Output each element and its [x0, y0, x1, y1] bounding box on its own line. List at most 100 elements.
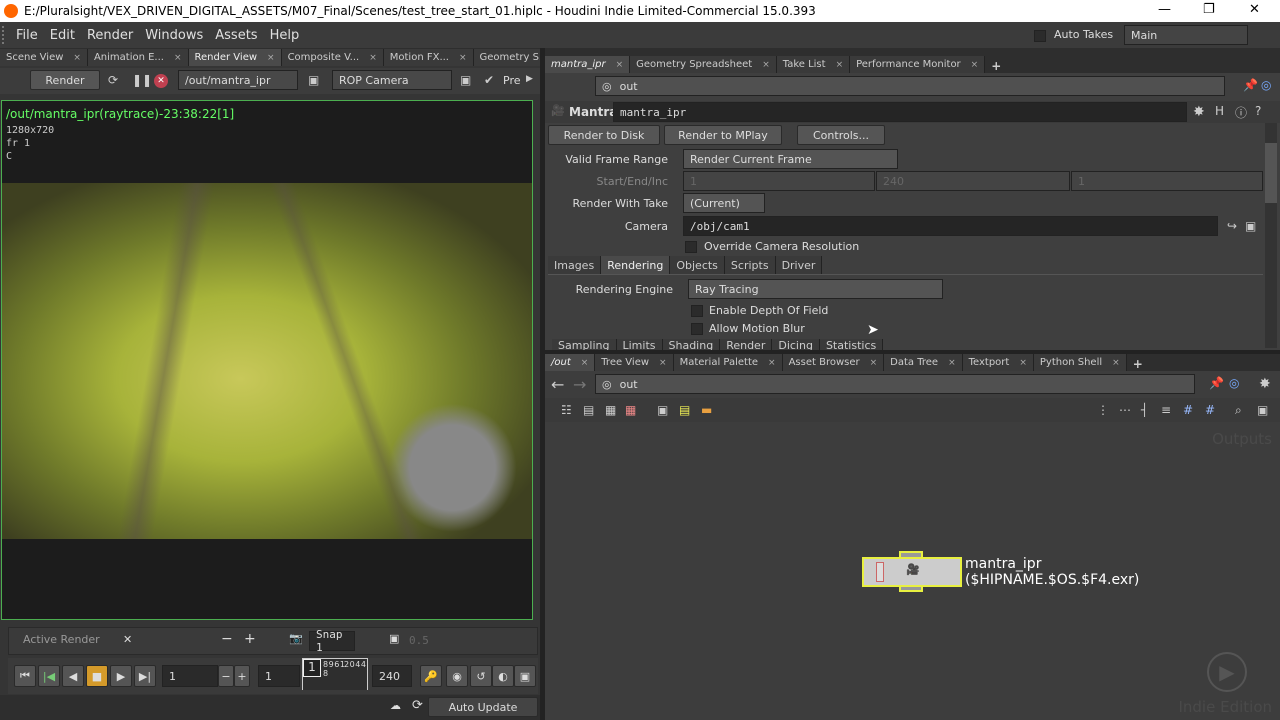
node-name-field[interactable]: mantra_ipr — [613, 102, 1187, 122]
controls-button[interactable]: Controls... — [797, 125, 885, 145]
close-tab-icon[interactable]: × — [616, 60, 624, 70]
frame-field[interactable]: 1 — [162, 665, 218, 687]
tree-icon[interactable]: ☷ — [561, 403, 572, 417]
override-resolution-checkbox[interactable] — [685, 241, 697, 253]
frame-increment[interactable]: + — [234, 665, 250, 687]
rop-select[interactable]: /out/mantra_ipr — [178, 70, 298, 90]
tab-geometry-spreadsheet[interactable]: Geometry Spreadsheet × — [630, 56, 777, 73]
network-editor[interactable]: Outputs 🎥 mantra_ipr ($HIPNAME.$OS.$F4.e… — [545, 422, 1280, 720]
more-arrow-icon[interactable]: ▶ — [526, 74, 533, 84]
list-icon[interactable]: ▤ — [583, 403, 594, 417]
network-box-icon[interactable]: ▣ — [657, 403, 668, 417]
tab-material-palette[interactable]: Material Palette × — [673, 354, 783, 371]
param-scrollbar[interactable] — [1265, 123, 1277, 348]
menu-assets[interactable]: Assets — [215, 28, 257, 43]
step-back-button[interactable]: |◀ — [38, 665, 60, 687]
folder-tab-scripts[interactable]: Scripts — [724, 256, 776, 274]
close-tab-icon[interactable]: × — [768, 358, 776, 368]
start-frame-field[interactable]: 1 — [258, 665, 300, 687]
snapshot-camera-icon[interactable]: 📷 — [289, 632, 303, 645]
color-palette-icon[interactable]: ▦ — [625, 403, 636, 417]
frame-decrement[interactable]: − — [218, 665, 234, 687]
auto-update-select[interactable]: Auto Update — [428, 697, 538, 717]
zoom-in-icon[interactable]: + — [244, 631, 256, 647]
tab-data-tree[interactable]: Data Tree × — [884, 354, 963, 371]
align-vertical-icon[interactable]: ⋮ — [1097, 403, 1109, 417]
realtime-button[interactable]: ◉ — [446, 665, 468, 687]
active-render-select[interactable]: Active Render — [23, 633, 100, 646]
gamma-icon[interactable]: ▣ — [389, 632, 399, 645]
render-to-disk-button[interactable]: Render to Disk — [548, 125, 660, 145]
menu-file[interactable]: File — [16, 28, 38, 43]
checkmark-icon[interactable]: ✔ — [484, 73, 494, 87]
folder-tab-images[interactable]: Images — [548, 256, 602, 274]
network-path-bar[interactable]: ◎ out — [595, 374, 1195, 394]
folder-tab-objects[interactable]: Objects — [670, 256, 725, 274]
sticky-note-icon[interactable]: ▤ — [679, 403, 690, 417]
info-icon[interactable]: ⓘ — [1235, 104, 1247, 121]
link-icon[interactable]: ◎ — [1261, 78, 1271, 92]
gear-icon[interactable]: ✸ — [1193, 104, 1205, 120]
back-arrow-icon[interactable]: ← — [551, 375, 564, 394]
global-animation-options-button[interactable]: ▣ — [514, 665, 536, 687]
tab-out[interactable]: /out × — [545, 354, 596, 371]
end-frame-field[interactable]: 240 — [372, 665, 412, 687]
keys-button[interactable]: 🔑 — [420, 665, 442, 687]
operator-chooser-icon[interactable]: ▣ — [1245, 219, 1256, 233]
node-select-icon[interactable]: ▣ — [308, 73, 319, 87]
stop-render-icon[interactable]: ✕ — [154, 74, 168, 88]
close-tab-icon[interactable]: × — [267, 53, 275, 63]
snap-grid-icon[interactable]: # — [1205, 403, 1215, 417]
hda-icon[interactable]: H — [1215, 104, 1224, 118]
close-tab-icon[interactable]: × — [1019, 358, 1027, 368]
menu-windows[interactable]: Windows — [145, 28, 203, 43]
help-icon[interactable]: ? — [1255, 104, 1261, 118]
grid-icon[interactable]: # — [1183, 403, 1193, 417]
play-button[interactable]: ▶ — [110, 665, 132, 687]
node-input-connector[interactable] — [899, 551, 923, 559]
preview-label[interactable]: Pre — [503, 74, 521, 87]
close-tab-icon[interactable]: × — [369, 53, 377, 63]
pin-icon[interactable]: 📌 — [1243, 78, 1258, 92]
shape-icon[interactable]: ▬ — [701, 403, 712, 417]
close-tab-icon[interactable]: × — [870, 358, 878, 368]
folder-tab-rendering[interactable]: Rendering — [601, 256, 671, 274]
forward-arrow-icon[interactable]: → — [573, 375, 586, 394]
motion-blur-checkbox[interactable] — [691, 323, 703, 335]
close-tab-icon[interactable]: × — [73, 53, 81, 63]
restore-button[interactable]: ❐ — [1203, 2, 1215, 17]
close-tab-icon[interactable]: × — [836, 60, 844, 70]
cook-icon[interactable]: ☁ — [390, 699, 401, 712]
force-update-icon[interactable]: ⟳ — [412, 698, 423, 713]
valid-frame-range-select[interactable]: Render Current Frame — [683, 149, 898, 169]
depth-of-field-checkbox[interactable] — [691, 305, 703, 317]
tab-asset-browser[interactable]: Asset Browser × — [782, 354, 885, 371]
tab-take-list[interactable]: Take List × — [776, 56, 851, 73]
view-icon[interactable]: ▣ — [1257, 403, 1268, 417]
close-tab-icon[interactable]: × — [581, 358, 589, 368]
close-tab-icon[interactable]: × — [1112, 358, 1120, 368]
audio-button[interactable]: ◐ — [492, 665, 514, 687]
desktop-select[interactable]: Main — [1124, 25, 1248, 45]
layout-icon[interactable]: ┤ — [1141, 403, 1148, 417]
close-tab-icon[interactable]: × — [762, 60, 770, 70]
stop-button[interactable]: ■ — [86, 665, 108, 687]
close-tab-icon[interactable]: × — [459, 53, 467, 63]
pin-icon[interactable]: 📌 — [1209, 376, 1224, 390]
link-icon[interactable]: ◎ — [1229, 376, 1239, 390]
tab-composite-view[interactable]: Composite V... × — [281, 49, 384, 66]
timeline-slider[interactable]: 1 8 9 6 12 0 4 4 8 — [302, 658, 368, 690]
add-tab-icon[interactable]: + — [1133, 357, 1143, 371]
close-tab-icon[interactable]: × — [174, 53, 182, 63]
layout-rows-icon[interactable]: ≡ — [1161, 403, 1171, 417]
take-select[interactable]: (Current) — [683, 193, 765, 213]
rendering-engine-select[interactable]: Ray Tracing — [688, 279, 943, 299]
mantra-ipr-node[interactable]: 🎥 — [862, 557, 962, 587]
align-horizontal-icon[interactable]: ⋯ — [1119, 403, 1131, 417]
loop-button[interactable]: ↺ — [470, 665, 492, 687]
render-to-mplay-button[interactable]: Render to MPlay — [664, 125, 782, 145]
timeline-current-frame[interactable]: 1 — [303, 659, 321, 677]
render-button[interactable]: Render — [30, 70, 100, 90]
gear-icon[interactable]: ✸ — [1259, 376, 1271, 392]
search-icon[interactable]: ⌕ — [1235, 403, 1242, 418]
